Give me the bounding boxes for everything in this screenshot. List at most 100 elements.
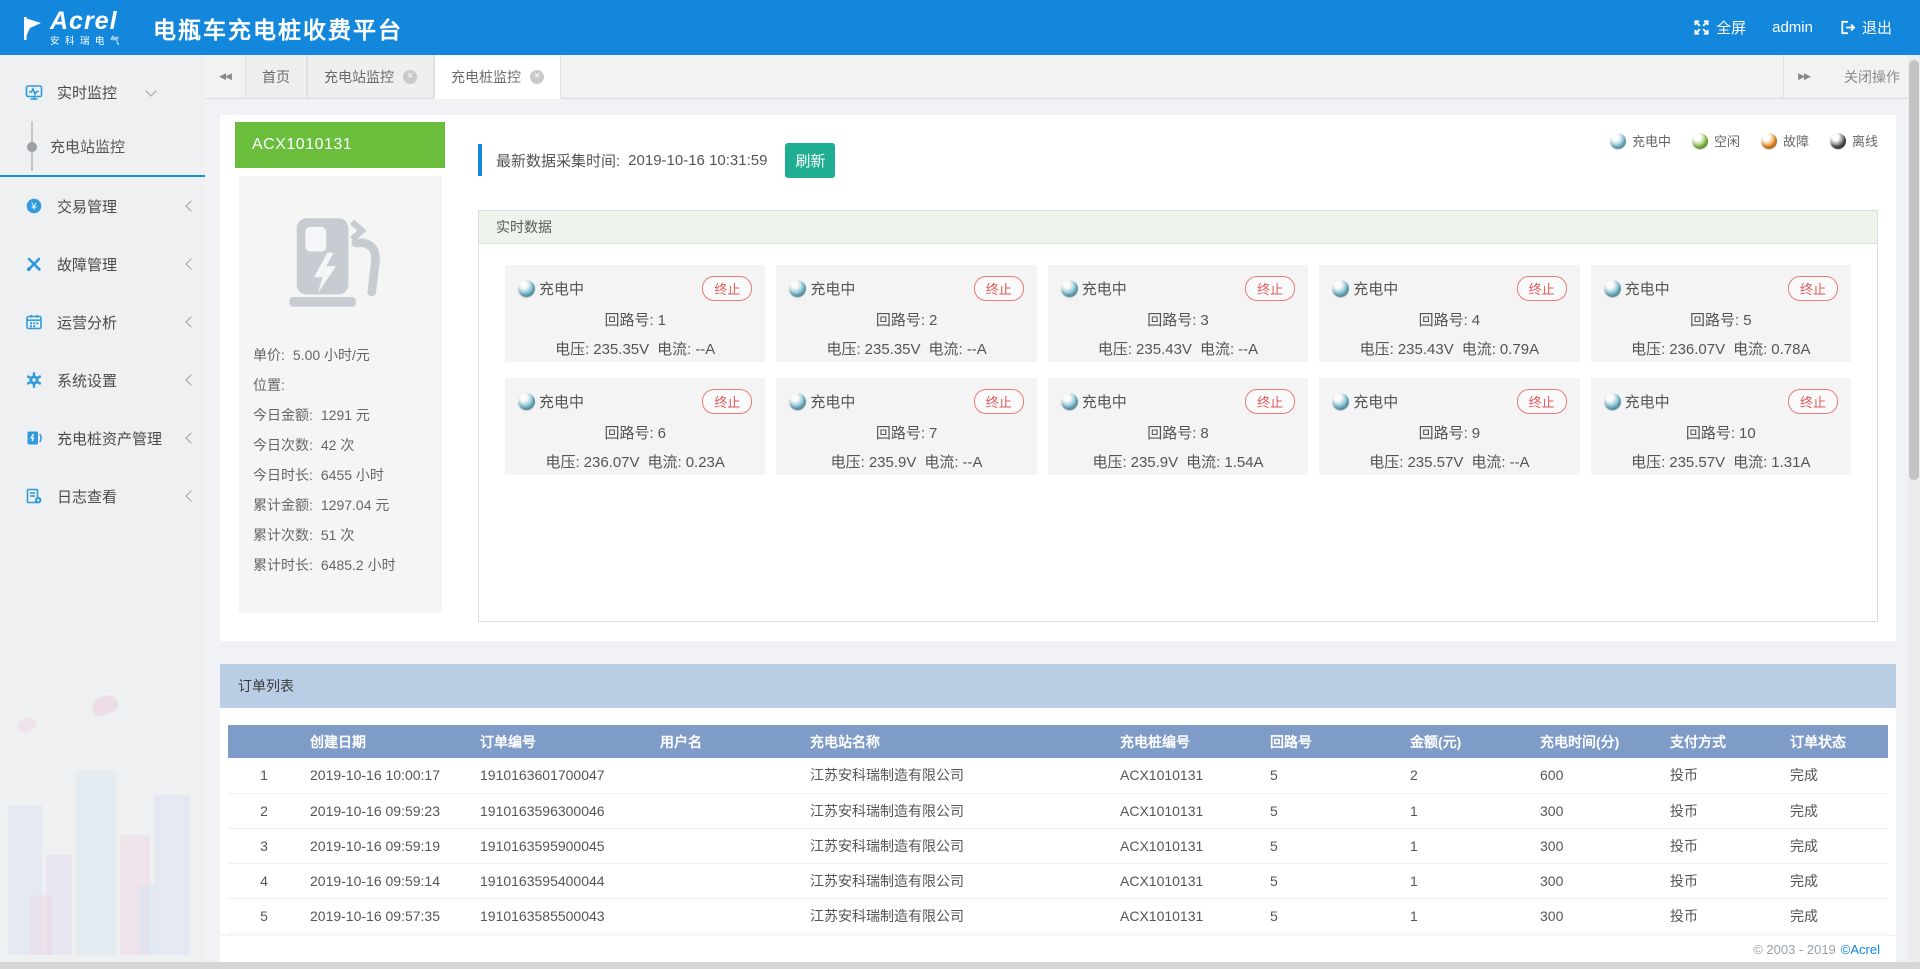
status-label: 充电中 bbox=[539, 391, 584, 412]
brand-name: Acrel bbox=[50, 9, 125, 34]
charging-status-dot-icon bbox=[518, 280, 535, 297]
circuit-number-line: 回路号:2 bbox=[789, 309, 1023, 330]
terminate-button[interactable]: 终止 bbox=[1788, 276, 1838, 301]
charge-minutes: 300 bbox=[1530, 793, 1660, 828]
payment-method: 投币 bbox=[1660, 828, 1780, 863]
circuit-number: 5 bbox=[1260, 758, 1400, 793]
status-legend: 充电中 空闲 故障 bbox=[1610, 131, 1878, 150]
realtime-region: 最新数据采集时间: 2019-10-16 10:31:59 刷新 充电中 bbox=[478, 115, 1878, 641]
terminate-button[interactable]: 终止 bbox=[974, 389, 1024, 414]
order-row: 5 2019-10-16 09:57:35 1910163585500043 江… bbox=[228, 898, 1888, 933]
circuit-number-line: 回路号:5 bbox=[1604, 309, 1838, 330]
close-operations-button[interactable]: 关闭操作 bbox=[1824, 55, 1920, 98]
circuit-measurements-line: 电压:235.35V电流:--A bbox=[789, 338, 1023, 359]
tab-scroll-left-icon[interactable] bbox=[205, 55, 245, 98]
stat-value: 51 次 bbox=[321, 520, 354, 550]
circuit-measurements-line: 电压:235.43V电流:0.79A bbox=[1332, 338, 1566, 359]
content-area: ACX1010131 bbox=[205, 99, 1908, 962]
created-date: 2019-10-16 10:00:17 bbox=[300, 758, 470, 793]
tab-label: 充电站监控 bbox=[324, 67, 394, 87]
fullscreen-button[interactable]: 全屏 bbox=[1685, 11, 1754, 44]
realtime-section-title: 实时数据 bbox=[479, 211, 1877, 244]
tab-home[interactable]: 首页 bbox=[245, 55, 307, 98]
horizontal-scrollbar[interactable] bbox=[0, 962, 1920, 969]
terminate-button[interactable]: 终止 bbox=[974, 276, 1024, 301]
pile-stats-list: 单价: 5.00 小时/元 位置: 今日金额: 1291 元 bbox=[253, 340, 428, 580]
column-header: 回路号 bbox=[1260, 725, 1400, 758]
row-index: 4 bbox=[228, 863, 300, 898]
circuit-number-line: 回路号:7 bbox=[789, 422, 1023, 443]
chevron-down-icon bbox=[145, 85, 156, 96]
tab-label: 首页 bbox=[262, 67, 290, 87]
tools-icon bbox=[25, 255, 43, 273]
sidebar-item-label: 故障管理 bbox=[57, 254, 117, 275]
circuit-card: 充电中 终止 回路号:6 电压:236.07V电流:0.23A bbox=[505, 378, 765, 475]
payment-method: 投币 bbox=[1660, 758, 1780, 793]
stat-label: 今日金额: bbox=[253, 400, 313, 430]
sidebar-item-station-monitoring[interactable]: 充电站监控 bbox=[0, 121, 205, 171]
pile-id: ACX1010131 bbox=[235, 122, 445, 168]
circuit-number-line: 回路号:4 bbox=[1332, 309, 1566, 330]
circuit-measurements-line: 电压:235.35V电流:--A bbox=[518, 338, 752, 359]
sidebar-item-faults[interactable]: 故障管理 bbox=[0, 235, 205, 293]
tab-close-icon[interactable] bbox=[530, 70, 544, 84]
vertical-scrollbar-thumb[interactable] bbox=[1909, 60, 1919, 480]
circuit-card: 充电中 终止 回路号:5 电压:236.07V电流:0.78A bbox=[1591, 265, 1851, 362]
terminate-button[interactable]: 终止 bbox=[702, 276, 752, 301]
vertical-scrollbar[interactable] bbox=[1908, 55, 1920, 962]
pile-stat-row: 累计金额: 1297.04 元 bbox=[253, 490, 428, 520]
tab-scroll-right-icon[interactable] bbox=[1784, 71, 1824, 82]
sidebar-item-logs[interactable]: 日志查看 bbox=[0, 467, 205, 525]
terminate-button[interactable]: 终止 bbox=[1517, 389, 1567, 414]
terminate-button[interactable]: 终止 bbox=[1517, 276, 1567, 301]
tab-pile-monitoring[interactable]: 充电桩监控 bbox=[434, 55, 561, 99]
column-header: 充电站名称 bbox=[800, 725, 1110, 758]
sidebar-item-pile-assets[interactable]: 充电桩资产管理 bbox=[0, 409, 205, 467]
order-number: 1910163601700047 bbox=[470, 758, 650, 793]
app-window: Acrel 安科瑞电气 电瓶车充电桩收费平台 全屏 admin bbox=[0, 0, 1920, 969]
order-status: 完成 bbox=[1780, 793, 1888, 828]
svg-text:¥: ¥ bbox=[30, 202, 37, 213]
terminate-button[interactable]: 终止 bbox=[1245, 389, 1295, 414]
amount: 1 bbox=[1400, 828, 1530, 863]
tab-station-monitoring[interactable]: 充电站监控 bbox=[307, 55, 434, 98]
sidebar-item-operations-analysis[interactable]: 运营分析 bbox=[0, 293, 205, 351]
orders-table: 创建日期 订单编号 用户名 充电站名称 充电桩编号 回路号 金额(元) bbox=[228, 725, 1888, 934]
tab-label: 充电桩监控 bbox=[451, 67, 521, 87]
terminate-button[interactable]: 终止 bbox=[1788, 389, 1838, 414]
stat-value: 6455 小时 bbox=[321, 460, 384, 490]
amount: 1 bbox=[1400, 898, 1530, 933]
column-header: 充电桩编号 bbox=[1110, 725, 1260, 758]
user-name bbox=[650, 828, 800, 863]
copyright-text: © 2003 - 2019 bbox=[1753, 942, 1836, 957]
acrel-logo: Acrel 安科瑞电气 bbox=[22, 9, 125, 47]
sidebar-item-system-settings[interactable]: 系统设置 bbox=[0, 351, 205, 409]
sidebar-item-label: 实时监控 bbox=[57, 82, 117, 103]
pile-monitor-panel: ACX1010131 bbox=[220, 115, 1896, 641]
circuit-status: 充电中 bbox=[789, 278, 855, 299]
legend-item: 离线 bbox=[1830, 131, 1878, 150]
user-menu[interactable]: admin bbox=[1764, 13, 1821, 42]
circuit-measurements-line: 电压:236.07V电流:0.23A bbox=[518, 451, 752, 472]
terminate-button[interactable]: 终止 bbox=[1245, 276, 1295, 301]
station-name: 江苏安科瑞制造有限公司 bbox=[800, 898, 1110, 933]
page-title: 电瓶车充电桩收费平台 bbox=[153, 11, 403, 45]
station-name: 江苏安科瑞制造有限公司 bbox=[800, 863, 1110, 898]
chevron-left-icon bbox=[185, 316, 196, 327]
legend-item: 充电中 bbox=[1610, 131, 1671, 150]
sidebar-item-realtime-monitoring[interactable]: 实时监控 bbox=[0, 63, 205, 121]
footer-brand-link[interactable]: ©Acrel bbox=[1841, 942, 1880, 957]
logout-button[interactable]: 退出 bbox=[1831, 11, 1900, 44]
circuit-number: 5 bbox=[1260, 898, 1400, 933]
monitor-icon bbox=[25, 83, 43, 101]
charging-status-dot-icon bbox=[1332, 280, 1349, 297]
orders-section-title: 订单列表 bbox=[220, 664, 1896, 708]
top-header: Acrel 安科瑞电气 电瓶车充电桩收费平台 全屏 admin bbox=[0, 0, 1920, 55]
tab-close-icon[interactable] bbox=[403, 70, 417, 84]
terminate-button[interactable]: 终止 bbox=[702, 389, 752, 414]
circuit-status: 充电中 bbox=[1061, 278, 1127, 299]
refresh-button[interactable]: 刷新 bbox=[785, 143, 835, 178]
column-header: 支付方式 bbox=[1660, 725, 1780, 758]
sidebar-item-transactions[interactable]: ¥ 交易管理 bbox=[0, 177, 205, 235]
circuit-status: 充电中 bbox=[518, 391, 584, 412]
